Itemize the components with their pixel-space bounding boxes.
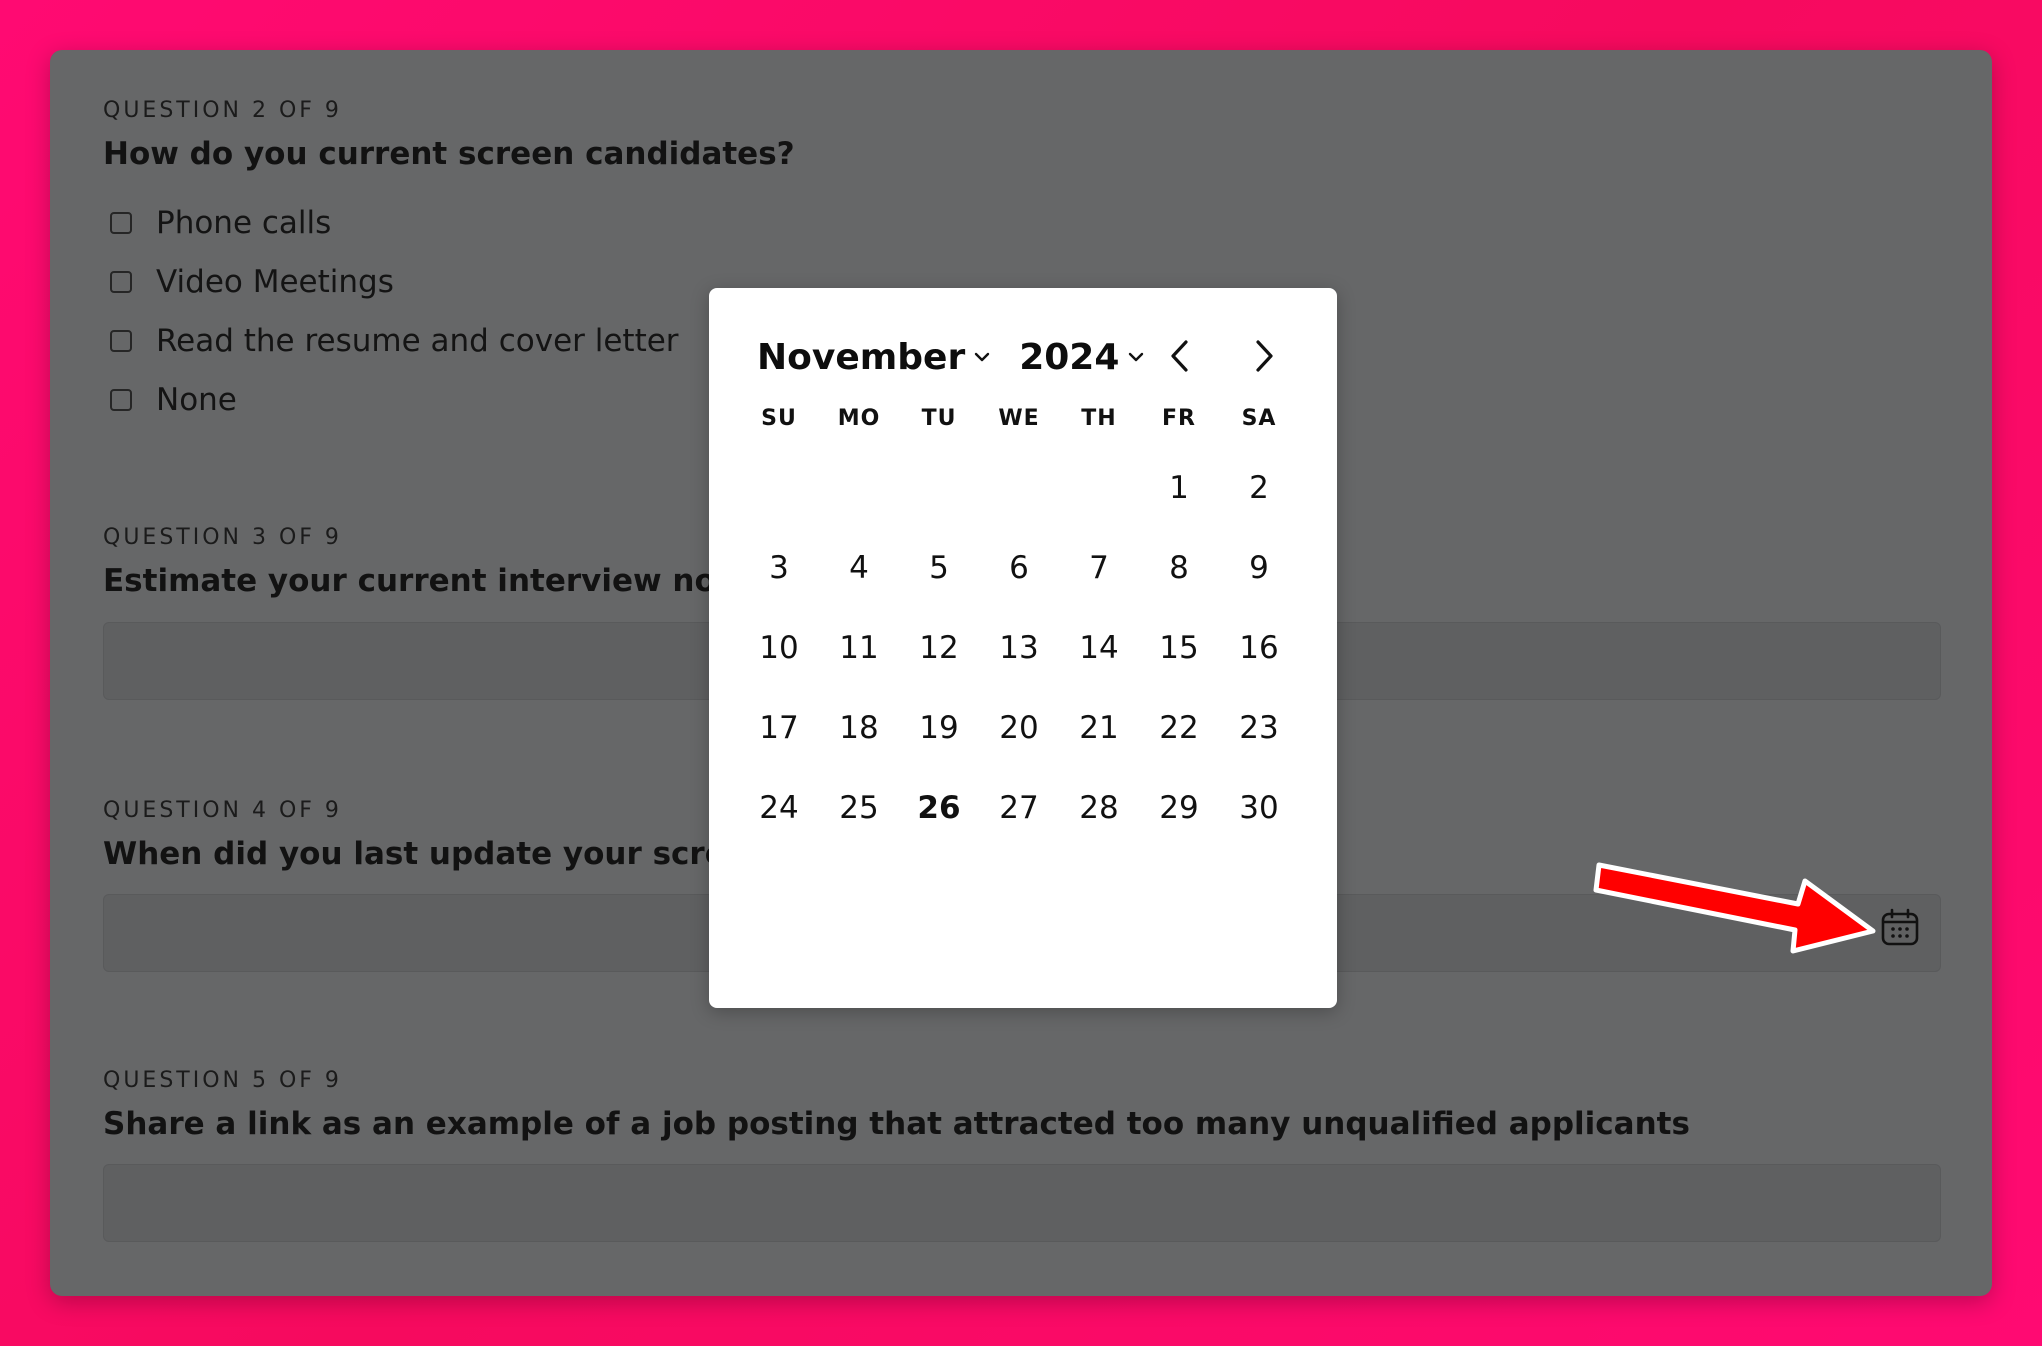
day-cell-today[interactable]: 26 — [899, 790, 979, 826]
weekday-label: MO — [837, 405, 881, 431]
day-cell[interactable]: 13 — [979, 630, 1059, 666]
day-cell[interactable]: 28 — [1059, 790, 1139, 826]
option-none[interactable]: None — [110, 380, 237, 420]
day-cell[interactable]: 19 — [899, 710, 979, 746]
month-select[interactable]: November — [757, 337, 991, 378]
weekday-label: TH — [1081, 405, 1117, 431]
day-cell[interactable]: 4 — [819, 550, 899, 586]
day-cell[interactable]: 21 — [1059, 710, 1139, 746]
day-cell[interactable]: 25 — [819, 790, 899, 826]
job-posting-link-input[interactable] — [103, 1164, 1941, 1242]
calendar-week-row: 17 18 19 20 21 22 23 — [739, 688, 1299, 768]
question-2-label: QUESTION 2 OF 9 — [103, 98, 342, 123]
day-cell[interactable]: 6 — [979, 550, 1059, 586]
day-cell[interactable]: 27 — [979, 790, 1059, 826]
weekday-label: TU — [921, 405, 957, 431]
option-video-meetings[interactable]: Video Meetings — [110, 262, 394, 302]
day-cell[interactable]: 23 — [1219, 710, 1299, 746]
day-cell[interactable]: 12 — [899, 630, 979, 666]
day-cell[interactable]: 9 — [1219, 550, 1299, 586]
day-cell[interactable]: 22 — [1139, 710, 1219, 746]
checkbox[interactable] — [110, 330, 132, 352]
option-read-resume[interactable]: Read the resume and cover letter — [110, 321, 679, 361]
date-picker-popup: November 2024 SU MO TU WE TH FR SA 1 2 3 4 5 6 7 8 9 10… — [709, 288, 1337, 1008]
day-cell[interactable]: 8 — [1139, 550, 1219, 586]
year-value: 2024 — [1019, 336, 1120, 378]
calendar-button[interactable] — [1880, 907, 1920, 947]
option-label: Video Meetings — [156, 264, 394, 300]
question-2-title: How do you current screen candidates? — [103, 136, 795, 172]
question-4-label: QUESTION 4 OF 9 — [103, 798, 342, 823]
calendar-week-row: 3456789 — [739, 528, 1299, 608]
next-month-button[interactable] — [1244, 336, 1284, 376]
day-cell[interactable]: 29 — [1139, 790, 1219, 826]
chevron-right-icon — [1256, 340, 1273, 372]
weekday-label: FR — [1162, 405, 1196, 431]
weekday-header-row: SU MO TU WE TH FR SA — [739, 388, 1299, 448]
option-label: Read the resume and cover letter — [156, 323, 679, 359]
checkbox[interactable] — [110, 212, 132, 234]
calendar-week-row: 10 11 12 13 14 15 16 — [739, 608, 1299, 688]
question-5-title: Share a link as an example of a job post… — [103, 1106, 1690, 1142]
day-cell[interactable]: 17 — [739, 710, 819, 746]
chevron-down-icon — [973, 351, 991, 363]
day-cell[interactable]: 10 — [739, 630, 819, 666]
chevron-down-icon — [1127, 351, 1145, 363]
day-cell[interactable]: 18 — [819, 710, 899, 746]
weekday-label: SA — [1241, 405, 1277, 431]
day-cell[interactable]: 30 — [1219, 790, 1299, 826]
calendar-icon — [1881, 908, 1919, 946]
option-label: Phone calls — [156, 205, 332, 241]
day-cell[interactable]: 11 — [819, 630, 899, 666]
day-cell[interactable]: 3 — [739, 550, 819, 586]
weekday-label: SU — [761, 405, 797, 431]
question-3-label: QUESTION 3 OF 9 — [103, 525, 342, 550]
day-cell[interactable]: 2 — [1219, 470, 1299, 506]
day-cell[interactable]: 14 — [1059, 630, 1139, 666]
chevron-left-icon — [1171, 340, 1188, 372]
day-cell[interactable]: 7 — [1059, 550, 1139, 586]
checkbox[interactable] — [110, 271, 132, 293]
year-select[interactable]: 2024 — [1019, 337, 1145, 378]
option-phone-calls[interactable]: Phone calls — [110, 203, 331, 243]
day-cell[interactable]: 20 — [979, 710, 1059, 746]
month-year-selectors: November 2024 — [757, 332, 1173, 382]
calendar-week-row: 24 25 26 27 28 29 30 — [739, 768, 1299, 848]
day-cell[interactable]: 1 — [1139, 470, 1219, 506]
question-5-label: QUESTION 5 OF 9 — [103, 1068, 342, 1093]
month-value: November — [757, 336, 966, 378]
calendar-week-row: 12 — [739, 448, 1299, 528]
calendar-grid: SU MO TU WE TH FR SA 1 2 3 4 5 6 7 8 9 10 11 12 13 14 15 16 17… — [739, 378, 1299, 848]
day-cell[interactable]: 15 — [1139, 630, 1219, 666]
calendar-weeks: 1 2 3 4 5 6 7 8 9 10 11 12 13 14 15 16 17 18 19 20 21 22 23 24 2… — [739, 448, 1299, 848]
option-label: None — [156, 382, 237, 418]
checkbox[interactable] — [110, 389, 132, 411]
day-cell[interactable]: 16 — [1219, 630, 1299, 666]
day-cell[interactable]: 5 — [899, 550, 979, 586]
prev-month-button[interactable] — [1160, 336, 1200, 376]
day-cell[interactable]: 24 — [739, 790, 819, 826]
weekday-label: WE — [998, 405, 1040, 431]
